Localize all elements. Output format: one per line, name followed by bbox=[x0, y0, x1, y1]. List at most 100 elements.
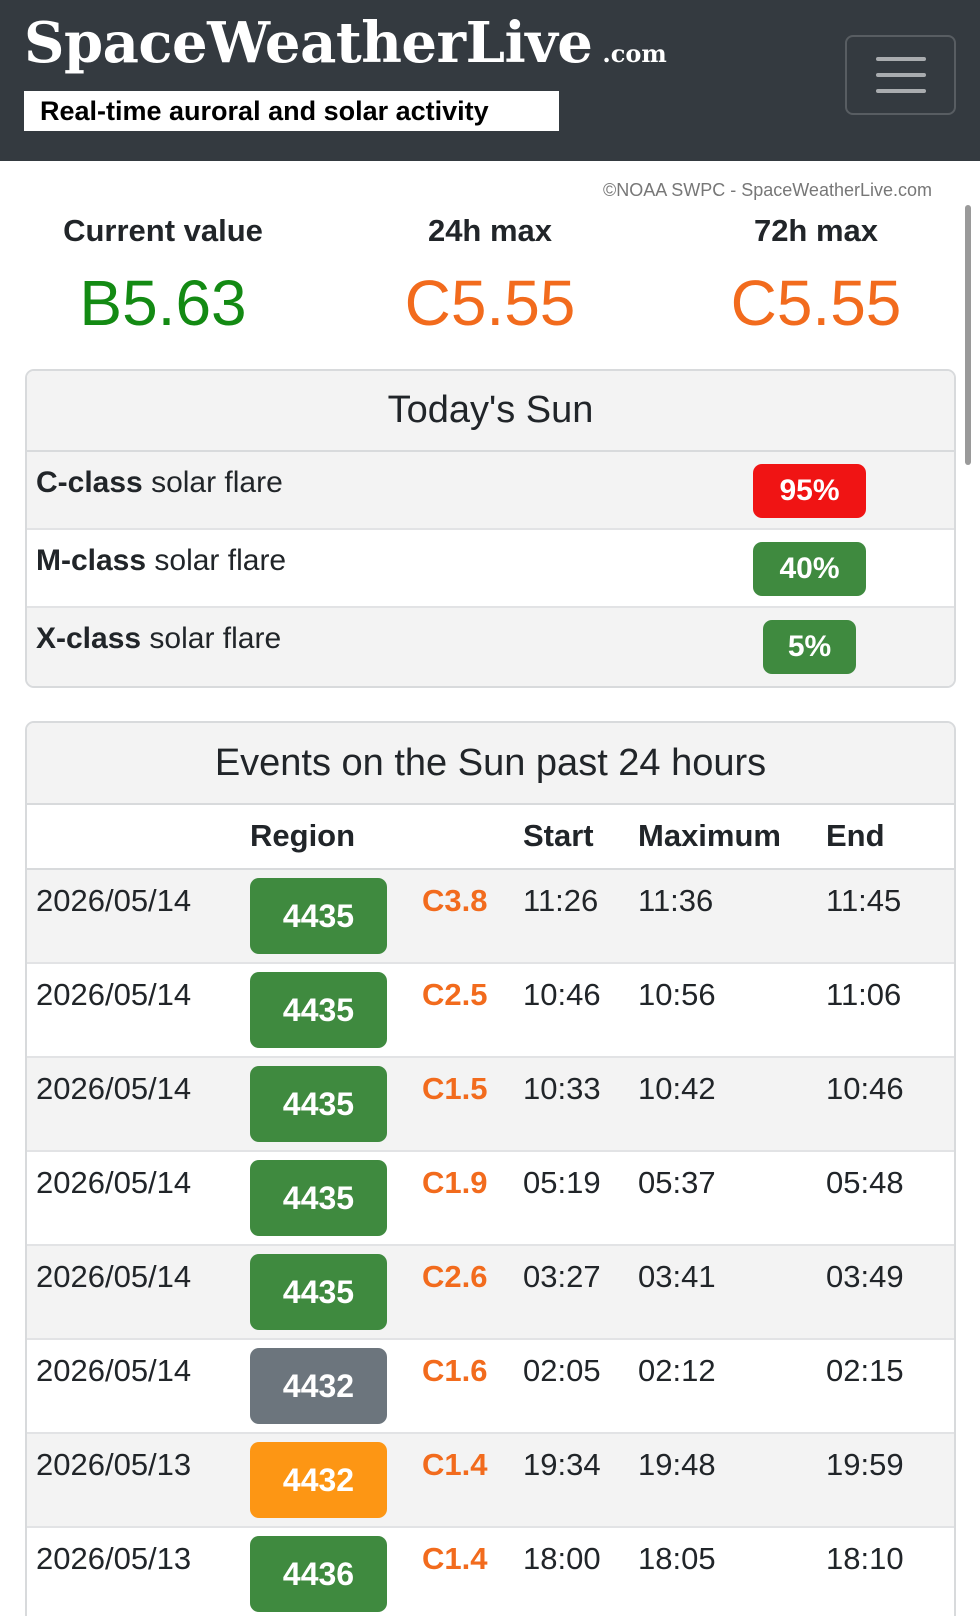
event-maximum: 05:37 bbox=[638, 1165, 716, 1200]
probability-badge: 40% bbox=[753, 542, 866, 596]
flare-class: C1.5 bbox=[422, 1071, 488, 1106]
max-24h-label: 24h max bbox=[427, 213, 553, 248]
event-start: 18:00 bbox=[523, 1541, 601, 1576]
event-maximum: 18:05 bbox=[638, 1541, 716, 1576]
events-table-body: 2026/05/14 4435 C3.8 11:26 11:36 11:45 2026/05… bbox=[27, 870, 954, 1616]
region-badge[interactable]: 4435 bbox=[250, 972, 387, 1048]
flare-class-label: X-class bbox=[36, 622, 142, 655]
brand-name: SpaceWeatherLive bbox=[24, 10, 593, 76]
events-table-header: Region Start Maximum End bbox=[27, 805, 954, 870]
event-end: 11:45 bbox=[826, 883, 902, 918]
probability-badge: 95% bbox=[753, 464, 866, 518]
table-row: 2026/05/14 4435 C1.5 10:33 10:42 10:46 bbox=[27, 1058, 954, 1152]
flare-class: C1.4 bbox=[422, 1541, 488, 1576]
event-maximum: 11:36 bbox=[638, 883, 714, 918]
event-start: 02:05 bbox=[523, 1353, 601, 1388]
current-value: B5.63 bbox=[79, 267, 247, 339]
site-tagline: Real-time auroral and solar activity bbox=[24, 91, 559, 131]
event-maximum: 03:41 bbox=[638, 1259, 716, 1294]
table-row: 2026/05/13 4432 C1.4 19:34 19:48 19:59 bbox=[27, 1434, 954, 1528]
region-badge[interactable]: 4432 bbox=[250, 1442, 387, 1518]
column-header-start[interactable]: Start bbox=[523, 818, 594, 854]
current-value-label: Current value bbox=[63, 213, 263, 248]
event-date: 2026/05/14 bbox=[36, 1071, 192, 1106]
event-start: 19:34 bbox=[523, 1447, 601, 1482]
flare-class: C1.9 bbox=[422, 1165, 488, 1200]
max-72h-label: 72h max bbox=[753, 213, 879, 248]
brand-tld: .com bbox=[602, 39, 667, 68]
todays-sun-card: Today's Sun C-class solar flare 95% M-cl… bbox=[25, 369, 956, 688]
event-end: 03:49 bbox=[826, 1259, 904, 1294]
site-logo[interactable]: SpaceWeatherLive .com bbox=[24, 10, 667, 76]
event-end: 10:46 bbox=[826, 1071, 904, 1106]
event-date: 2026/05/14 bbox=[36, 883, 192, 918]
max-24h-block: 24h max C5.55 bbox=[330, 210, 650, 348]
flare-class: C2.5 bbox=[422, 977, 488, 1012]
events-card: Events on the Sun past 24 hours Region S… bbox=[25, 721, 956, 1616]
event-end: 05:48 bbox=[826, 1165, 904, 1200]
flare-class-suffix: solar flare bbox=[142, 466, 283, 499]
event-date: 2026/05/14 bbox=[36, 1165, 192, 1200]
table-row: 2026/05/14 4435 C2.5 10:46 10:56 11:06 bbox=[27, 964, 954, 1058]
max-24h-value: C5.55 bbox=[404, 267, 576, 339]
column-header-region[interactable]: Region bbox=[250, 818, 355, 854]
event-maximum: 10:42 bbox=[638, 1071, 716, 1106]
column-header-end[interactable]: End bbox=[826, 818, 885, 854]
flare-probability-row: M-class solar flare 40% bbox=[27, 530, 954, 608]
region-badge[interactable]: 4435 bbox=[250, 1254, 387, 1330]
event-start: 03:27 bbox=[523, 1259, 601, 1294]
table-row: 2026/05/14 4435 C1.9 05:19 05:37 05:48 bbox=[27, 1152, 954, 1246]
menu-bar-line bbox=[875, 89, 926, 93]
region-badge[interactable]: 4435 bbox=[250, 878, 387, 954]
hamburger-menu-icon[interactable] bbox=[845, 35, 956, 115]
flare-class: C1.4 bbox=[422, 1447, 488, 1482]
event-end: 11:06 bbox=[826, 977, 902, 1012]
flare-class-label: C-class bbox=[36, 466, 143, 499]
flare-class: C3.8 bbox=[422, 883, 488, 918]
event-maximum: 02:12 bbox=[638, 1353, 716, 1388]
flare-class-label: M-class bbox=[36, 544, 147, 577]
event-end: 19:59 bbox=[826, 1447, 904, 1482]
event-maximum: 10:56 bbox=[638, 977, 716, 1012]
max-72h-block: 72h max C5.55 bbox=[656, 210, 976, 348]
probability-badge: 5% bbox=[763, 620, 856, 674]
column-header-maximum[interactable]: Maximum bbox=[638, 818, 781, 854]
flare-class-suffix: solar flare bbox=[146, 544, 287, 577]
event-date: 2026/05/13 bbox=[36, 1541, 192, 1576]
table-row: 2026/05/14 4435 C2.6 03:27 03:41 03:49 bbox=[27, 1246, 954, 1340]
table-row: 2026/05/14 4435 C3.8 11:26 11:36 11:45 bbox=[27, 870, 954, 964]
event-start: 11:26 bbox=[523, 883, 599, 918]
menu-bar-line bbox=[875, 73, 926, 77]
max-72h-value: C5.55 bbox=[730, 267, 902, 339]
flare-class-suffix: solar flare bbox=[141, 622, 282, 655]
event-end: 18:10 bbox=[826, 1541, 904, 1576]
xray-flux-summary: Current value B5.63 24h max C5.55 72h ma… bbox=[0, 210, 980, 340]
event-date: 2026/05/13 bbox=[36, 1447, 192, 1482]
navbar: SpaceWeatherLive .com Real-time auroral a… bbox=[0, 0, 980, 161]
region-badge[interactable]: 4435 bbox=[250, 1160, 387, 1236]
data-credit: ©NOAA SWPC - SpaceWeatherLive.com bbox=[602, 180, 932, 200]
events-title: Events on the Sun past 24 hours bbox=[27, 723, 954, 805]
event-date: 2026/05/14 bbox=[36, 1353, 192, 1388]
todays-sun-title: Today's Sun bbox=[27, 371, 954, 452]
event-start: 10:33 bbox=[523, 1071, 601, 1106]
flare-probability-row: X-class solar flare 5% bbox=[27, 608, 954, 686]
flare-probability-row: C-class solar flare 95% bbox=[27, 452, 954, 530]
current-value-block: Current value B5.63 bbox=[3, 210, 323, 348]
event-maximum: 19:48 bbox=[638, 1447, 716, 1482]
flare-class-text: X-class solar flare bbox=[36, 622, 281, 656]
flare-class: C2.6 bbox=[422, 1259, 488, 1294]
flare-class: C1.6 bbox=[422, 1353, 488, 1388]
table-row: 2026/05/13 4436 C1.4 18:00 18:05 18:10 bbox=[27, 1528, 954, 1616]
menu-bar-line bbox=[875, 57, 926, 61]
event-start: 10:46 bbox=[523, 977, 601, 1012]
region-badge[interactable]: 4435 bbox=[250, 1066, 387, 1142]
region-badge[interactable]: 4436 bbox=[250, 1536, 387, 1612]
event-start: 05:19 bbox=[523, 1165, 601, 1200]
flare-class-text: C-class solar flare bbox=[36, 466, 283, 500]
table-row: 2026/05/14 4432 C1.6 02:05 02:12 02:15 bbox=[27, 1340, 954, 1434]
event-end: 02:15 bbox=[826, 1353, 904, 1388]
event-date: 2026/05/14 bbox=[36, 1259, 192, 1294]
event-date: 2026/05/14 bbox=[36, 977, 192, 1012]
region-badge[interactable]: 4432 bbox=[250, 1348, 387, 1424]
